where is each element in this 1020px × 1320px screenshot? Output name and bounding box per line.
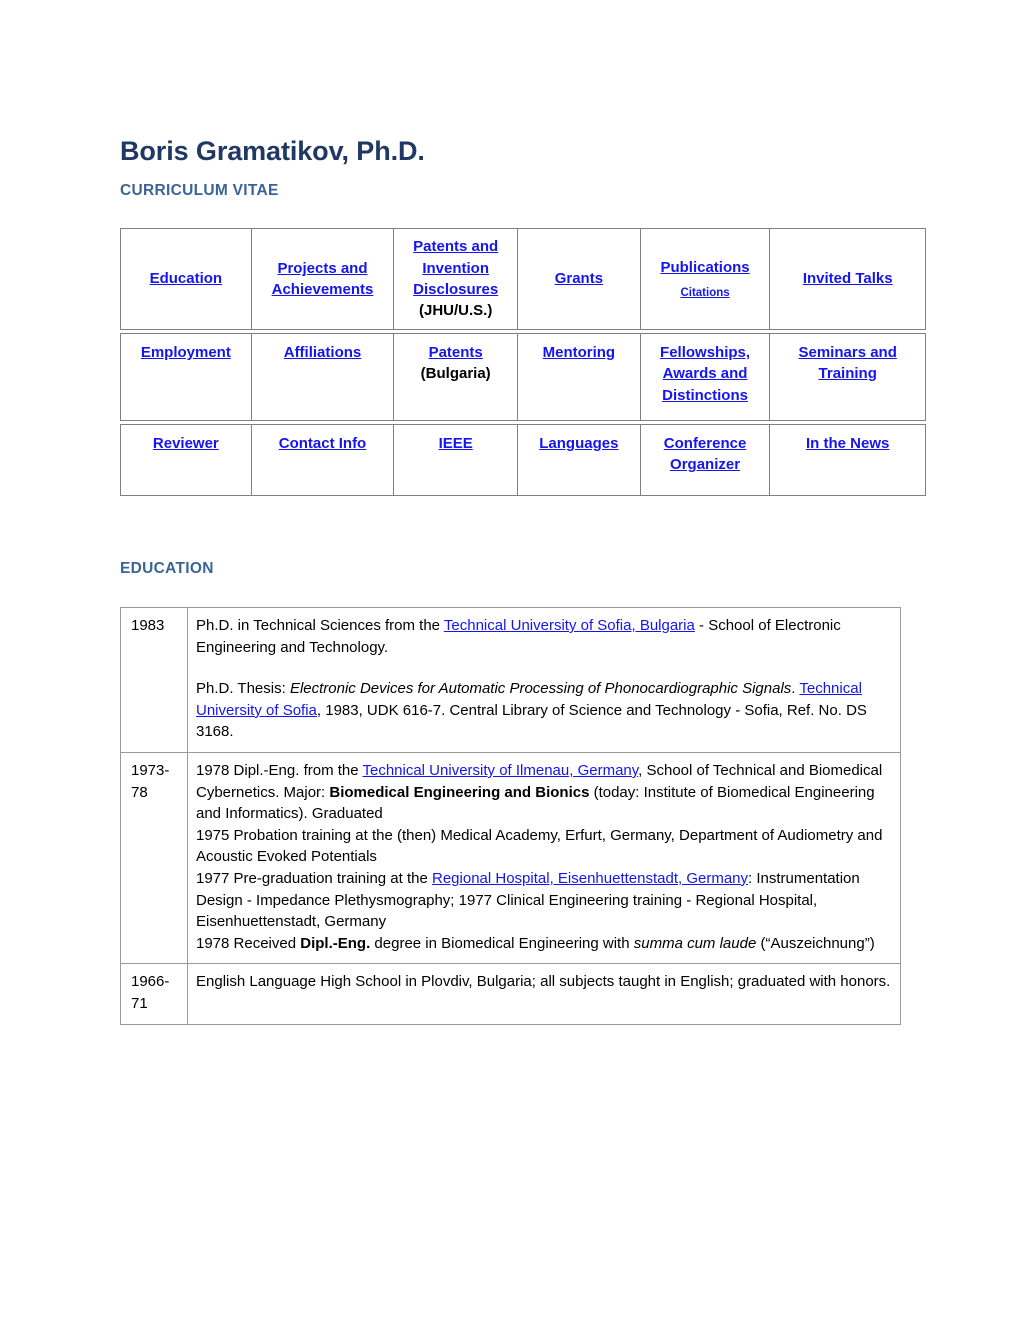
nav-cell-employment[interactable]: Employment: [121, 334, 252, 420]
navigation-table: Education Projects and Achievements Pate…: [120, 228, 926, 499]
table-row: 1983 Ph.D. in Technical Sciences from th…: [120, 607, 901, 753]
nav-cell-education[interactable]: Education: [121, 229, 252, 329]
nav-link-employment[interactable]: Employment: [141, 342, 231, 363]
education-detail-1973-78: 1978 Dipl.-Eng. from the Technical Unive…: [187, 751, 901, 965]
nav-link-reviewer[interactable]: Reviewer: [153, 433, 219, 454]
education-year-1983: 1983: [120, 607, 188, 753]
page-title: Boris Gramatikov, Ph.D.: [120, 136, 425, 167]
nav-cell-affiliations[interactable]: Affiliations: [252, 334, 395, 420]
nav-cell-languages[interactable]: Languages: [518, 425, 641, 495]
nav-link-conference-organizer[interactable]: Conference Organizer: [647, 433, 764, 476]
major-name: Biomedical Engineering and Bionics: [329, 783, 590, 801]
nav-link-publications[interactable]: Publications: [660, 257, 749, 278]
education-detail-1966-71: English Language High School in Plovdiv,…: [187, 963, 901, 1025]
nav-link-contact-info[interactable]: Contact Info: [279, 433, 367, 454]
link-regional-hospital-eisenhuettenstadt-germany[interactable]: Regional Hospital, Eisenhuettenstadt, Ge…: [432, 870, 748, 887]
nav-link-fellowships-awards-and-distinctions[interactable]: Fellowships, Awards and Distinctions: [647, 342, 764, 406]
education-paragraph: English Language High School in Plovdiv,…: [196, 973, 891, 991]
education-line-1977-pregraduation: 1977 Pre-graduation training at the Regi…: [196, 868, 892, 933]
cv-page: Boris Gramatikov, Ph.D. CURRICULUM VITAE…: [0, 0, 1020, 1320]
text-segment: Ph.D. Thesis:: [196, 680, 290, 698]
education-line-1978-received-degree: 1978 Received Dipl.-Eng. degree in Biome…: [196, 933, 892, 955]
text-segment: 1978 Dipl.-Eng. from the: [196, 761, 363, 779]
nav-cell-ieee[interactable]: IEEE: [394, 425, 519, 495]
education-paragraph: Ph.D. in Technical Sciences from the Tec…: [196, 615, 892, 658]
nav-table-row: Reviewer Contact Info IEEE Languages Con…: [120, 424, 926, 496]
education-line-1978-dipl-eng: 1978 Dipl.-Eng. from the Technical Unive…: [196, 760, 892, 825]
nav-cell-in-the-news[interactable]: In the News: [770, 425, 925, 495]
text-segment: 1977 Pre-graduation training at the: [196, 869, 432, 887]
link-technical-university-of-sofia-bulgaria[interactable]: Technical University of Sofia, Bulgaria: [444, 617, 695, 634]
education-table: 1983 Ph.D. in Technical Sciences from th…: [120, 607, 901, 1025]
education-line-1975-probation: 1975 Probation training at the (then) Me…: [196, 826, 883, 866]
honors-latin: summa cum laude: [633, 934, 757, 952]
education-year-1966-71: 1966-71: [120, 963, 188, 1025]
nav-cell-fellowships-awards-distinctions[interactable]: Fellowships, Awards and Distinctions: [641, 334, 771, 420]
nav-sublabel-jhu-us: (JHU/U.S.): [418, 302, 493, 320]
curriculum-vitae-subtitle: CURRICULUM VITAE: [120, 182, 279, 199]
nav-sublabel-bulgaria: (Bulgaria): [420, 365, 491, 383]
text-segment: degree in Biomedical Engineering with: [370, 934, 634, 952]
education-detail-1983: Ph.D. in Technical Sciences from the Tec…: [187, 607, 901, 753]
nav-cell-publications[interactable]: Publications Citations: [641, 229, 771, 329]
nav-cell-patents-bulgaria[interactable]: Patents (Bulgaria): [394, 334, 519, 420]
education-heading: EDUCATION: [120, 560, 214, 577]
nav-cell-grants[interactable]: Grants: [518, 229, 641, 329]
nav-link-languages[interactable]: Languages: [539, 433, 618, 454]
nav-link-affiliations[interactable]: Affiliations: [284, 342, 362, 363]
nav-link-grants[interactable]: Grants: [555, 268, 603, 289]
nav-cell-mentoring[interactable]: Mentoring: [518, 334, 641, 420]
nav-table-row: Education Projects and Achievements Pate…: [120, 228, 926, 330]
nav-cell-conference-organizer[interactable]: Conference Organizer: [641, 425, 771, 495]
nav-table-row: Employment Affiliations Patents (Bulgari…: [120, 333, 926, 421]
nav-cell-invited-talks[interactable]: Invited Talks: [770, 229, 925, 329]
text-segment: 1978 Received: [196, 934, 301, 952]
table-row: 1966-71 English Language High School in …: [120, 963, 901, 1025]
nav-link-mentoring[interactable]: Mentoring: [543, 342, 616, 363]
text-segment: Ph.D. in Technical Sciences from the: [196, 617, 444, 634]
nav-link-ieee[interactable]: IEEE: [439, 433, 473, 454]
nav-cell-patents-and-invention-disclosures[interactable]: Patents and Invention Disclosures (JHU/U…: [394, 229, 519, 329]
nav-cell-seminars-and-training[interactable]: Seminars and Training: [770, 334, 925, 420]
education-year-1973-78: 1973-78: [120, 751, 188, 965]
nav-cell-reviewer[interactable]: Reviewer: [121, 425, 252, 495]
link-technical-university-of-ilmenau-germany[interactable]: Technical University of Ilmenau, Germany: [362, 762, 638, 779]
nav-link-seminars-and-training[interactable]: Seminars and Training: [776, 342, 919, 385]
nav-cell-contact-info[interactable]: Contact Info: [252, 425, 395, 495]
nav-cell-projects-and-achievements[interactable]: Projects and Achievements: [252, 229, 395, 329]
nav-link-patents-and-invention-disclosures[interactable]: Patents and Invention Disclosures: [400, 236, 511, 300]
nav-link-patents[interactable]: Patents: [429, 342, 483, 363]
degree-name: Dipl.-Eng.: [300, 934, 371, 952]
nav-link-invited-talks[interactable]: Invited Talks: [803, 268, 893, 289]
text-segment: (“Auszeichnung”): [756, 934, 875, 952]
table-row: 1973-78 1978 Dipl.-Eng. from the Technic…: [120, 751, 901, 965]
education-lines: 1978 Dipl.-Eng. from the Technical Unive…: [196, 760, 892, 954]
nav-link-in-the-news[interactable]: In the News: [806, 433, 889, 454]
nav-link-projects-and-achievements[interactable]: Projects and Achievements: [258, 258, 388, 301]
nav-link-education[interactable]: Education: [150, 268, 223, 289]
education-paragraph-thesis: Ph.D. Thesis: Electronic Devices for Aut…: [196, 678, 892, 743]
nav-link-citations[interactable]: Citations: [680, 285, 729, 301]
thesis-title: Electronic Devices for Automatic Process…: [289, 680, 792, 698]
